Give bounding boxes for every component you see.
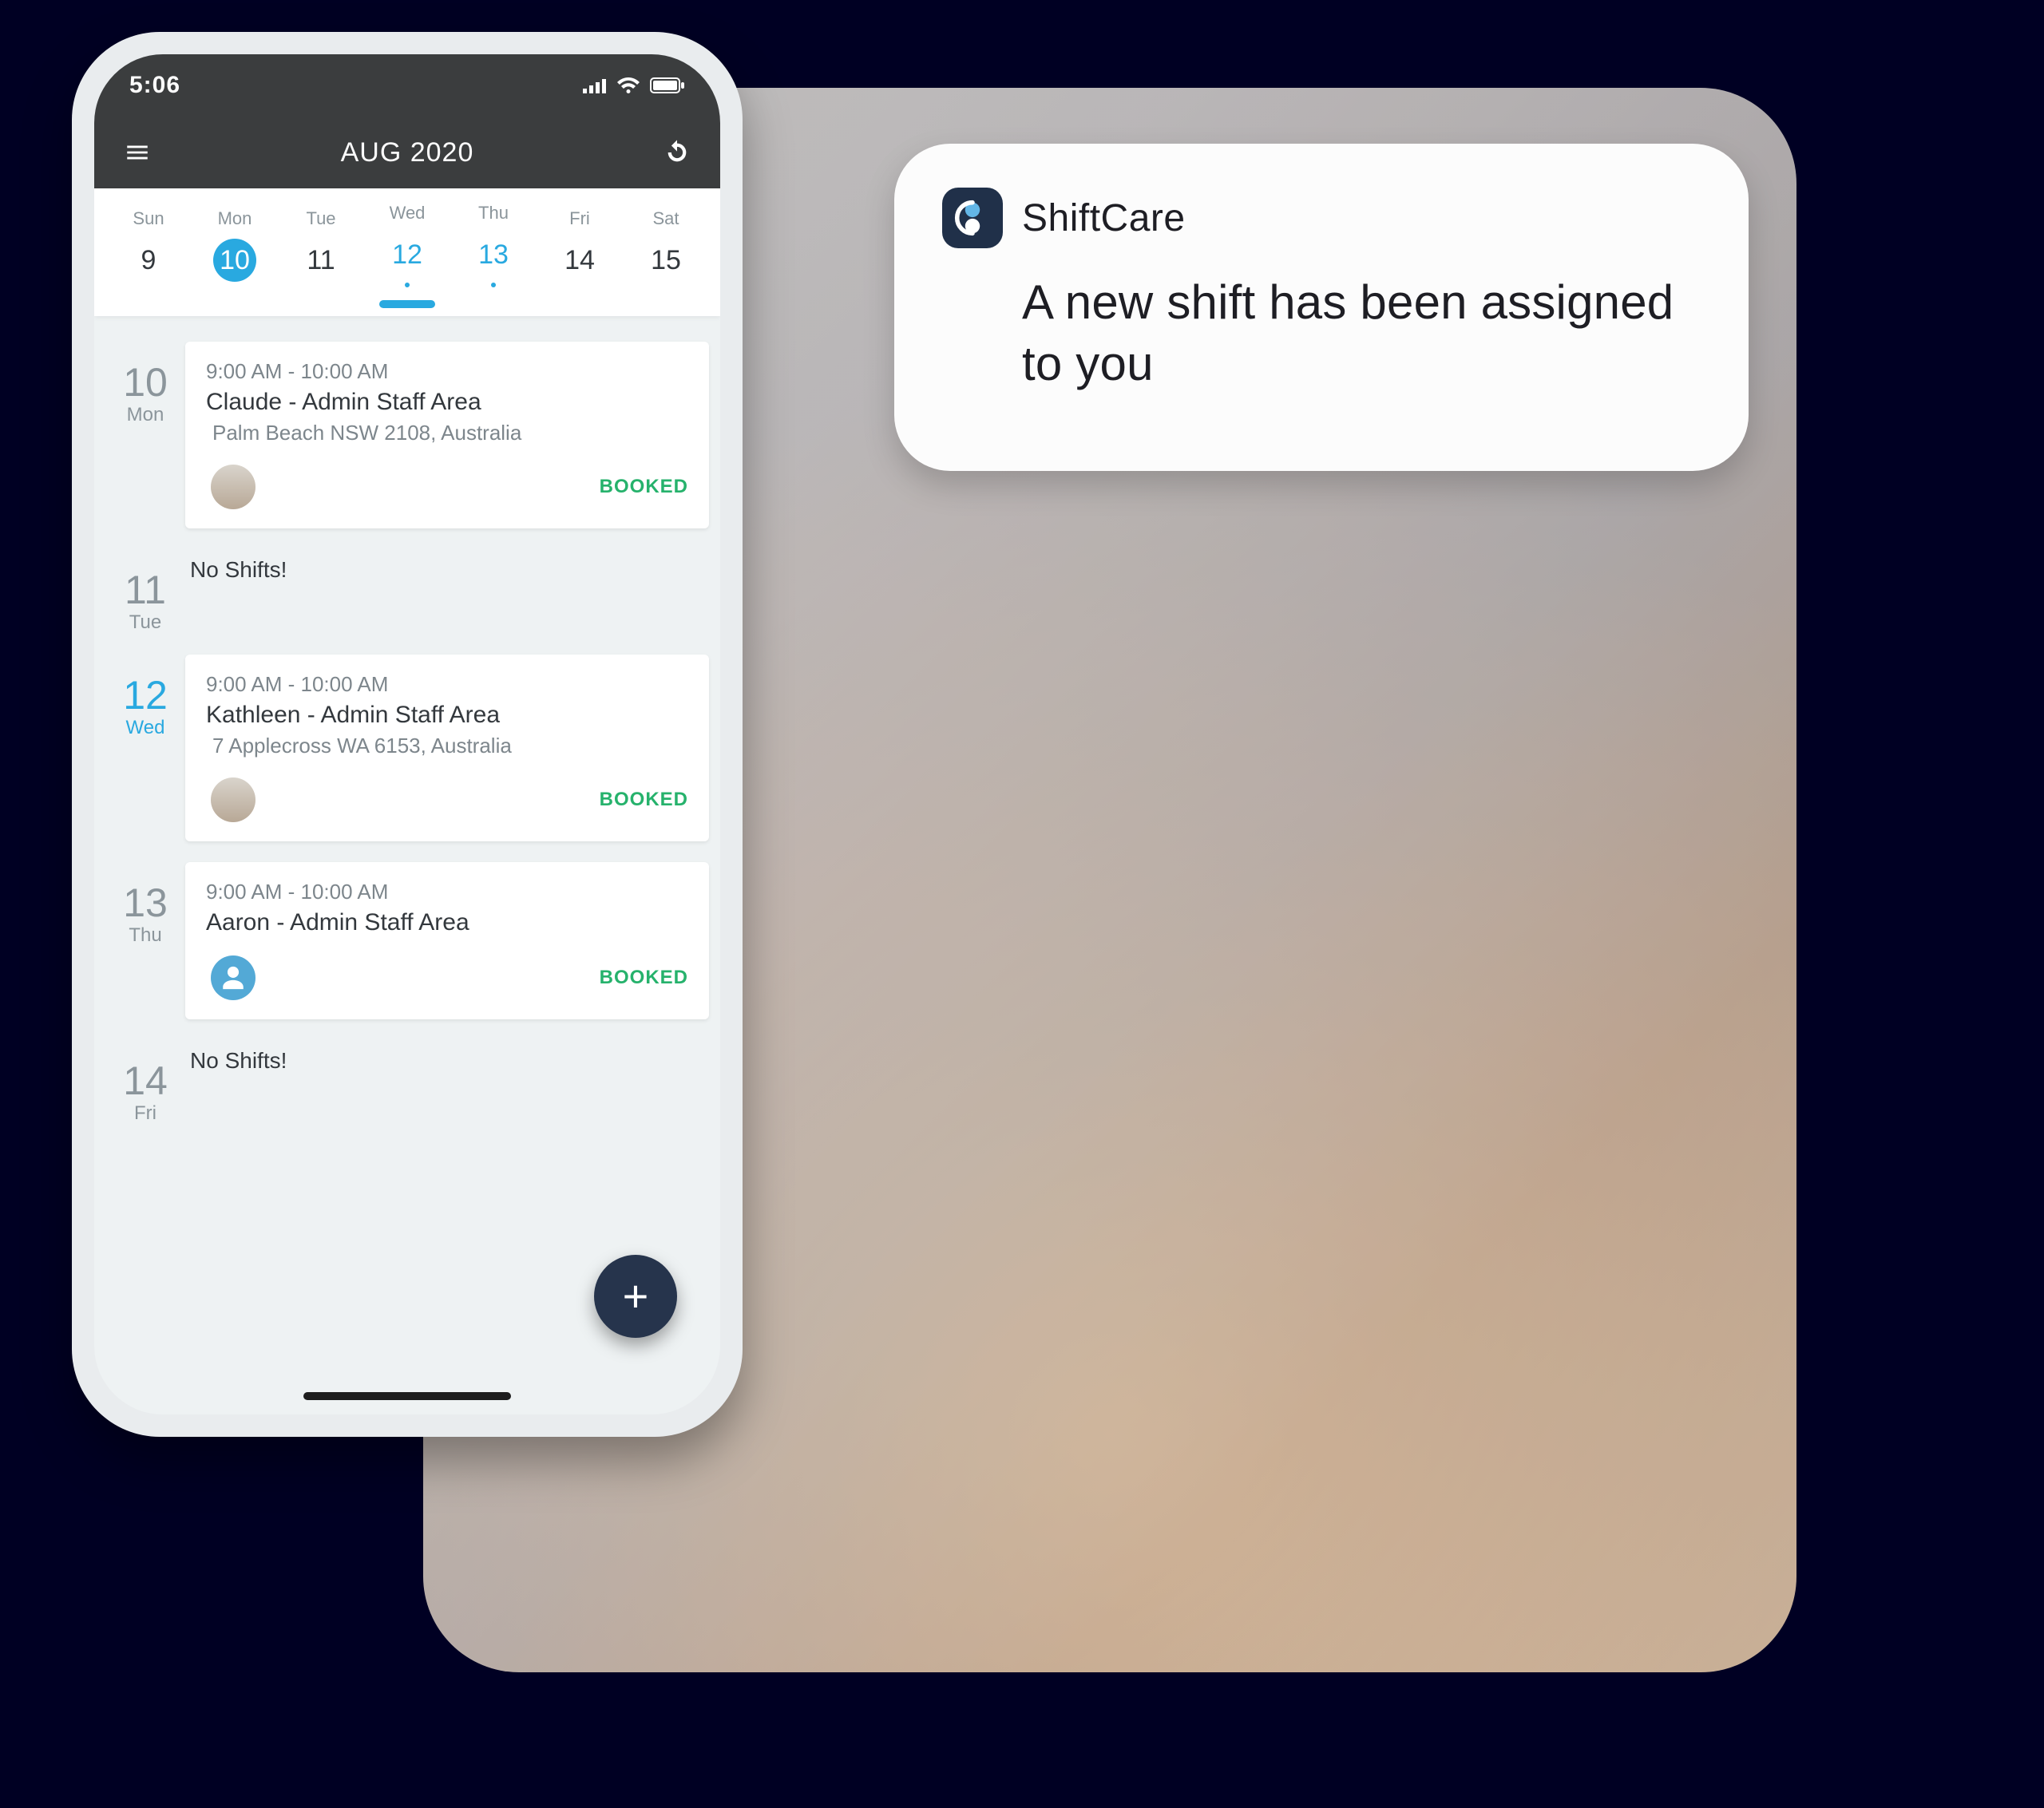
- week-day-number: 12: [386, 233, 429, 276]
- week-day-number: 13: [472, 233, 515, 276]
- date-column: 10Mon: [105, 342, 185, 528]
- date-dow: Thu: [129, 924, 161, 947]
- week-day-thu[interactable]: Thu 13: [460, 203, 527, 287]
- shift-title: Kathleen - Admin Staff Area: [206, 702, 688, 729]
- date-number: 14: [123, 1061, 168, 1101]
- week-day-label: Mon: [218, 208, 252, 229]
- shiftcare-app-icon: [942, 188, 1003, 248]
- event-dot-icon: [491, 283, 496, 287]
- shift-title: Aaron - Admin Staff Area: [206, 909, 688, 936]
- status-bar: 5:06: [94, 54, 720, 117]
- card-column: 9:00 AM - 10:00 AM Claude - Admin Staff A…: [185, 342, 709, 528]
- avatar: [211, 777, 256, 822]
- refresh-button[interactable]: [660, 135, 695, 170]
- no-shifts-label: No Shifts!: [185, 1040, 709, 1074]
- week-strip: Sun 9 Mon 10 Tue 11 Wed 12 Thu 13 Fri 14 Sat 15: [94, 188, 720, 316]
- menu-button[interactable]: [120, 135, 155, 170]
- week-day-number: 14: [558, 239, 601, 282]
- week-day-number: 10: [213, 239, 256, 282]
- week-day-mon[interactable]: Mon 10: [201, 208, 268, 282]
- date-dow: Tue: [129, 611, 161, 634]
- event-dot-icon: [405, 283, 410, 287]
- battery-icon: [650, 77, 685, 93]
- wifi-icon: [616, 77, 640, 94]
- date-dow: Wed: [126, 717, 165, 739]
- signal-icon: [583, 77, 607, 93]
- day-block: 13Thu 9:00 AM - 10:00 AM Aaron - Admin Sta…: [105, 857, 709, 1035]
- date-number: 11: [125, 570, 166, 610]
- card-column: No Shifts!: [185, 1040, 709, 1125]
- shift-address: Palm Beach NSW 2108, Australia: [206, 421, 688, 445]
- week-day-sun[interactable]: Sun 9: [115, 208, 182, 282]
- shift-address: 7 Applecross WA 6153, Australia: [206, 734, 688, 758]
- notification-header: ShiftCare: [942, 188, 1693, 248]
- week-day-label: Wed: [390, 203, 426, 224]
- shift-footer: BOOKED: [206, 465, 688, 509]
- date-dow: Fri: [134, 1102, 156, 1125]
- week-day-label: Tue: [306, 208, 335, 229]
- notification-toast[interactable]: ShiftCare A new shift has been assigned …: [894, 144, 1749, 471]
- week-row: Sun 9 Mon 10 Tue 11 Wed 12 Thu 13 Fri 14 Sat 15: [105, 203, 709, 287]
- week-day-label: Thu: [478, 203, 509, 224]
- day-block: 14FriNo Shifts!: [105, 1035, 709, 1141]
- shift-time: 9:00 AM - 10:00 AM: [206, 672, 688, 697]
- card-column: 9:00 AM - 10:00 AM Aaron - Admin Staff Ar…: [185, 862, 709, 1019]
- week-day-wed[interactable]: Wed 12: [374, 203, 441, 287]
- no-shifts-label: No Shifts!: [185, 549, 709, 583]
- week-day-label: Sun: [133, 208, 164, 229]
- week-day-tue[interactable]: Tue 11: [287, 208, 355, 282]
- status-indicators: [583, 77, 685, 94]
- date-number: 12: [123, 675, 168, 715]
- refresh-icon: [664, 139, 691, 166]
- week-day-number: 11: [299, 239, 343, 282]
- shift-status: BOOKED: [600, 789, 688, 811]
- avatar: [211, 465, 256, 509]
- add-shift-fab[interactable]: +: [594, 1255, 677, 1338]
- notification-app-name: ShiftCare: [1022, 196, 1186, 240]
- shift-time: 9:00 AM - 10:00 AM: [206, 880, 688, 904]
- shift-footer: BOOKED: [206, 777, 688, 822]
- day-block: 12Wed 9:00 AM - 10:00 AM Kathleen - Admin …: [105, 650, 709, 857]
- hamburger-icon: [124, 139, 151, 166]
- day-block: 10Mon 9:00 AM - 10:00 AM Claude - Admin St…: [105, 337, 709, 544]
- week-day-number: 15: [644, 239, 687, 282]
- home-indicator[interactable]: [303, 1392, 511, 1400]
- shift-time: 9:00 AM - 10:00 AM: [206, 359, 688, 384]
- notification-message: A new shift has been assigned to you: [942, 272, 1693, 395]
- shift-status: BOOKED: [600, 967, 688, 989]
- shift-status: BOOKED: [600, 476, 688, 498]
- date-column: 13Thu: [105, 862, 185, 1019]
- week-day-label: Fri: [569, 208, 590, 229]
- header-title: AUG 2020: [341, 137, 474, 168]
- date-number: 13: [123, 883, 168, 923]
- avatar-placeholder-icon: [211, 955, 256, 1000]
- status-time: 5:06: [129, 72, 180, 99]
- week-strip-handle[interactable]: [379, 300, 435, 308]
- phone-screen: 5:06: [94, 54, 720, 1414]
- card-column: 9:00 AM - 10:00 AM Kathleen - Admin Staff…: [185, 655, 709, 841]
- shift-card[interactable]: 9:00 AM - 10:00 AM Kathleen - Admin Staff…: [185, 655, 709, 841]
- card-column: No Shifts!: [185, 549, 709, 634]
- date-column: 14Fri: [105, 1040, 185, 1125]
- shift-list[interactable]: 10Mon 9:00 AM - 10:00 AM Claude - Admin St…: [94, 316, 720, 1414]
- week-day-label: Sat: [652, 208, 679, 229]
- week-day-sat[interactable]: Sat 15: [632, 208, 699, 282]
- shift-card[interactable]: 9:00 AM - 10:00 AM Aaron - Admin Staff Ar…: [185, 862, 709, 1019]
- shift-card[interactable]: 9:00 AM - 10:00 AM Claude - Admin Staff A…: [185, 342, 709, 528]
- shift-title: Claude - Admin Staff Area: [206, 389, 688, 416]
- day-block: 11TueNo Shifts!: [105, 544, 709, 650]
- date-number: 10: [123, 362, 168, 402]
- week-day-fri[interactable]: Fri 14: [546, 208, 613, 282]
- date-column: 12Wed: [105, 655, 185, 841]
- app-header: AUG 2020: [94, 117, 720, 188]
- date-dow: Mon: [127, 404, 164, 426]
- phone-frame: 5:06: [72, 32, 743, 1437]
- date-column: 11Tue: [105, 549, 185, 634]
- shift-footer: BOOKED: [206, 955, 688, 1000]
- week-day-number: 9: [127, 239, 170, 282]
